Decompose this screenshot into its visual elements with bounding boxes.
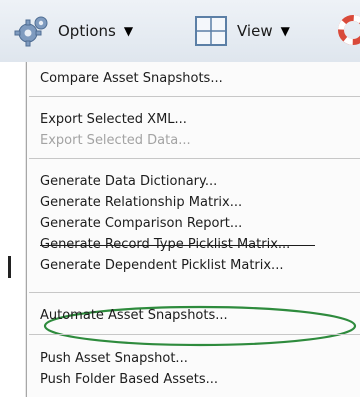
chevron-down-icon: ▼ <box>280 24 290 38</box>
chevron-down-icon: ▼ <box>123 24 134 38</box>
background-window-edge <box>0 62 26 397</box>
menu-separator <box>29 292 360 293</box>
menu-item-generate-data-dictionary[interactable]: Generate Data Dictionary... <box>27 170 360 192</box>
lifebuoy-icon[interactable] <box>338 15 360 45</box>
menu-item-export-selected-data: Export Selected Data... <box>40 132 191 148</box>
menu-item-export-selected-xml[interactable]: Export Selected XML... <box>27 108 360 130</box>
menu-item-generate-relationship-matrix[interactable]: Generate Relationship Matrix... <box>27 191 360 213</box>
menu-item-generate-dependent-picklist-matrix[interactable]: Generate Dependent Picklist Matrix... <box>27 254 360 276</box>
menu-item-push-asset-snapshot[interactable]: Push Asset Snapshot... <box>27 347 360 369</box>
view-label: View <box>237 22 273 40</box>
menu-item-generate-record-type-picklist-matrix[interactable]: Generate Record Type Picklist Matrix... <box>27 233 360 255</box>
options-menu-button[interactable]: Options ▼ <box>14 12 133 50</box>
menu-item-generate-comparison-report[interactable]: Generate Comparison Report... <box>27 212 360 234</box>
menu-item-compare-asset-snapshots[interactable]: Compare Asset Snapshots... <box>27 67 360 89</box>
view-menu-button[interactable]: View ▼ <box>193 12 290 50</box>
menu-item-push-folder-based-assets[interactable]: Push Folder Based Assets... <box>27 368 360 390</box>
options-dropdown-menu: Compare Asset Snapshots... Export Select… <box>26 62 360 397</box>
toolbar: Options ▼ View ▼ <box>0 0 360 63</box>
text-fragment <box>8 256 11 278</box>
gear-icon <box>14 16 48 47</box>
options-label: Options <box>58 22 116 40</box>
grid-view-icon <box>195 16 227 46</box>
menu-separator <box>29 334 360 335</box>
menu-separator <box>29 158 360 159</box>
menu-item-automate-asset-snapshots[interactable]: Automate Asset Snapshots... <box>27 304 360 326</box>
menu-separator <box>29 96 360 97</box>
